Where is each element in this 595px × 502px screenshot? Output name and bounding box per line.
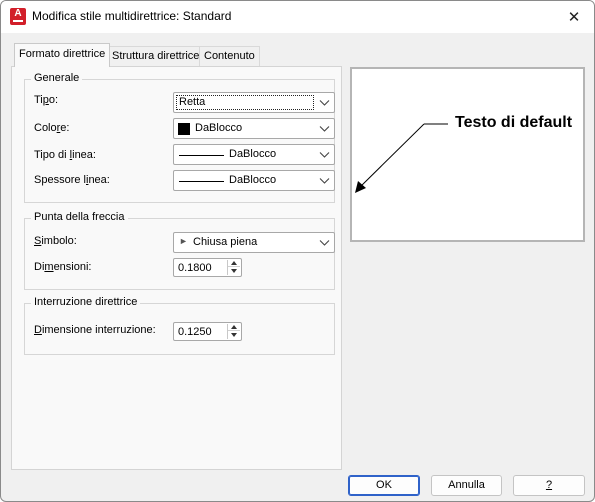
leader-preview-drawing: [355, 123, 448, 193]
simbolo-dropdown[interactable]: ► Chiusa piena: [173, 232, 335, 253]
arrow-up-icon: [231, 325, 237, 329]
spin-up-button[interactable]: [228, 324, 240, 331]
app-icon-letter: A: [14, 8, 22, 19]
dimensione-interruzione-value: 0.1250: [178, 326, 212, 338]
arrow-down-icon: [231, 332, 237, 337]
tab-panel-formato-direttrice: Generale Tipo: Retta Colore: DaBlocco Ti…: [11, 66, 342, 470]
spessore-linea-dropdown[interactable]: DaBlocco: [173, 170, 335, 191]
chevron-down-icon: [319, 240, 330, 246]
tipo-linea-dropdown[interactable]: DaBlocco: [173, 144, 335, 165]
lineweight-sample: [179, 181, 224, 182]
group-interruzione-direttrice: Interruzione direttrice Dimensione inter…: [24, 296, 335, 355]
spin-up-button[interactable]: [228, 260, 240, 267]
colore-value: DaBlocco: [195, 122, 243, 134]
colore-label: Colore:: [34, 122, 70, 134]
linetype-sample: [179, 155, 224, 156]
preview-default-text: Testo di default: [455, 114, 573, 131]
tab-contenuto[interactable]: Contenuto: [199, 46, 260, 66]
arrowhead-icon: ►: [179, 236, 188, 246]
tab-formato-direttrice[interactable]: Formato direttrice: [14, 43, 111, 67]
dimensione-interruzione-label: Dimensione interruzione:: [34, 324, 156, 336]
close-button[interactable]: ✕: [554, 1, 594, 33]
help-button[interactable]: ?: [513, 475, 585, 496]
colore-dropdown[interactable]: DaBlocco: [173, 118, 335, 139]
title-bar: A Modifica stile multidirettrice: Standa…: [1, 1, 594, 33]
tab-label: Struttura direttrice: [112, 50, 200, 62]
spessore-linea-label: Spessore linea:: [34, 174, 110, 186]
arrow-down-icon: [231, 268, 237, 273]
chevron-down-icon: [319, 178, 330, 184]
simbolo-label: Simbolo:: [34, 235, 77, 247]
group-punta-freccia: Punta della freccia Simbolo: ► Chiusa pi…: [24, 211, 335, 290]
group-title-generale: Generale: [31, 72, 83, 84]
tipo-label: Tipo:: [34, 94, 59, 106]
dimensioni-value: 0.1800: [178, 262, 212, 274]
tipo-value: Retta: [179, 96, 206, 108]
spessore-linea-value: DaBlocco: [229, 174, 277, 186]
chevron-down-icon: [319, 152, 330, 158]
annulla-button[interactable]: Annulla: [431, 475, 502, 496]
chevron-down-icon: [319, 126, 330, 132]
group-generale: Generale Tipo: Retta Colore: DaBlocco Ti…: [24, 72, 335, 203]
dimensione-interruzione-spinner[interactable]: 0.1250: [173, 322, 242, 341]
chevron-down-icon: [319, 100, 330, 106]
autocad-app-icon: A: [10, 8, 26, 25]
dimensioni-label: Dimensioni:: [34, 261, 92, 273]
tipo-linea-value: DaBlocco: [229, 148, 277, 160]
window-title: Modifica stile multidirettrice: Standard: [32, 9, 232, 23]
leader-line: [356, 123, 425, 191]
dialog-window: A Modifica stile multidirettrice: Standa…: [0, 0, 595, 502]
tipo-dropdown[interactable]: Retta: [173, 92, 335, 113]
tab-label: Contenuto: [204, 50, 255, 62]
tab-label: Formato direttrice: [19, 48, 106, 60]
dimensioni-spinner[interactable]: 0.1800: [173, 258, 242, 277]
spin-down-button[interactable]: [228, 331, 240, 338]
simbolo-value: Chiusa piena: [193, 236, 258, 248]
arrow-up-icon: [231, 261, 237, 265]
group-title-punta-freccia: Punta della freccia: [31, 211, 128, 223]
tab-struttura-direttrice[interactable]: Struttura direttrice: [107, 46, 205, 66]
spin-down-button[interactable]: [228, 267, 240, 274]
tipo-linea-label: Tipo di linea:: [34, 149, 96, 161]
help-label: ?: [545, 479, 553, 491]
group-title-interruzione: Interruzione direttrice: [31, 296, 141, 308]
color-swatch: [178, 123, 190, 135]
preview-pane: Testo di default: [350, 67, 585, 242]
ok-button[interactable]: OK: [348, 475, 420, 496]
close-icon: ✕: [567, 9, 581, 26]
